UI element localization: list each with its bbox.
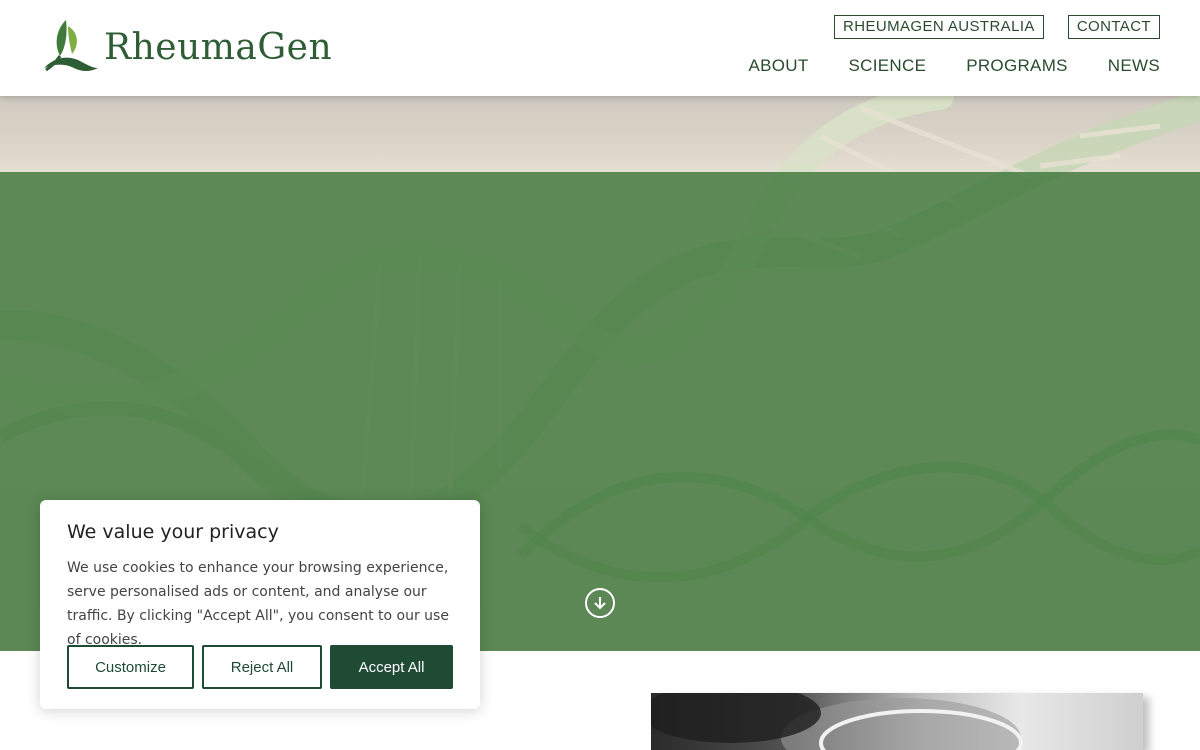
nav-programs[interactable]: PROGRAMS: [966, 56, 1068, 76]
scroll-down-button[interactable]: [585, 588, 615, 618]
cookie-title: We value your privacy: [67, 521, 279, 543]
main-navigation: ABOUT SCIENCE PROGRAMS NEWS: [748, 56, 1160, 76]
arrow-down-circle-icon: [594, 597, 606, 610]
nav-about[interactable]: ABOUT: [748, 56, 808, 76]
site-header: RheumaGen RHEUMAGEN AUSTRALIA CONTACT AB…: [0, 0, 1200, 96]
rheumagen-australia-link[interactable]: RHEUMAGEN AUSTRALIA: [834, 15, 1044, 39]
utility-links: RHEUMAGEN AUSTRALIA CONTACT: [834, 15, 1160, 39]
customize-button[interactable]: Customize: [67, 645, 194, 689]
lab-photo-art: [651, 693, 1023, 750]
nav-science[interactable]: SCIENCE: [849, 56, 927, 76]
logo[interactable]: RheumaGen: [38, 16, 332, 74]
contact-link[interactable]: CONTACT: [1067, 15, 1160, 39]
cookie-consent-dialog: We value your privacy We use cookies to …: [40, 500, 480, 709]
reject-all-button[interactable]: Reject All: [202, 645, 322, 689]
cookie-buttons: Customize Reject All Accept All: [67, 645, 453, 689]
leaf-logo-icon: [44, 20, 98, 72]
lab-photo: [651, 693, 1143, 750]
cookie-description: We use cookies to enhance your browsing …: [67, 560, 449, 648]
accept-all-button[interactable]: Accept All: [330, 645, 453, 689]
logo-text: RheumaGen: [104, 26, 333, 68]
nav-news[interactable]: NEWS: [1108, 56, 1160, 76]
